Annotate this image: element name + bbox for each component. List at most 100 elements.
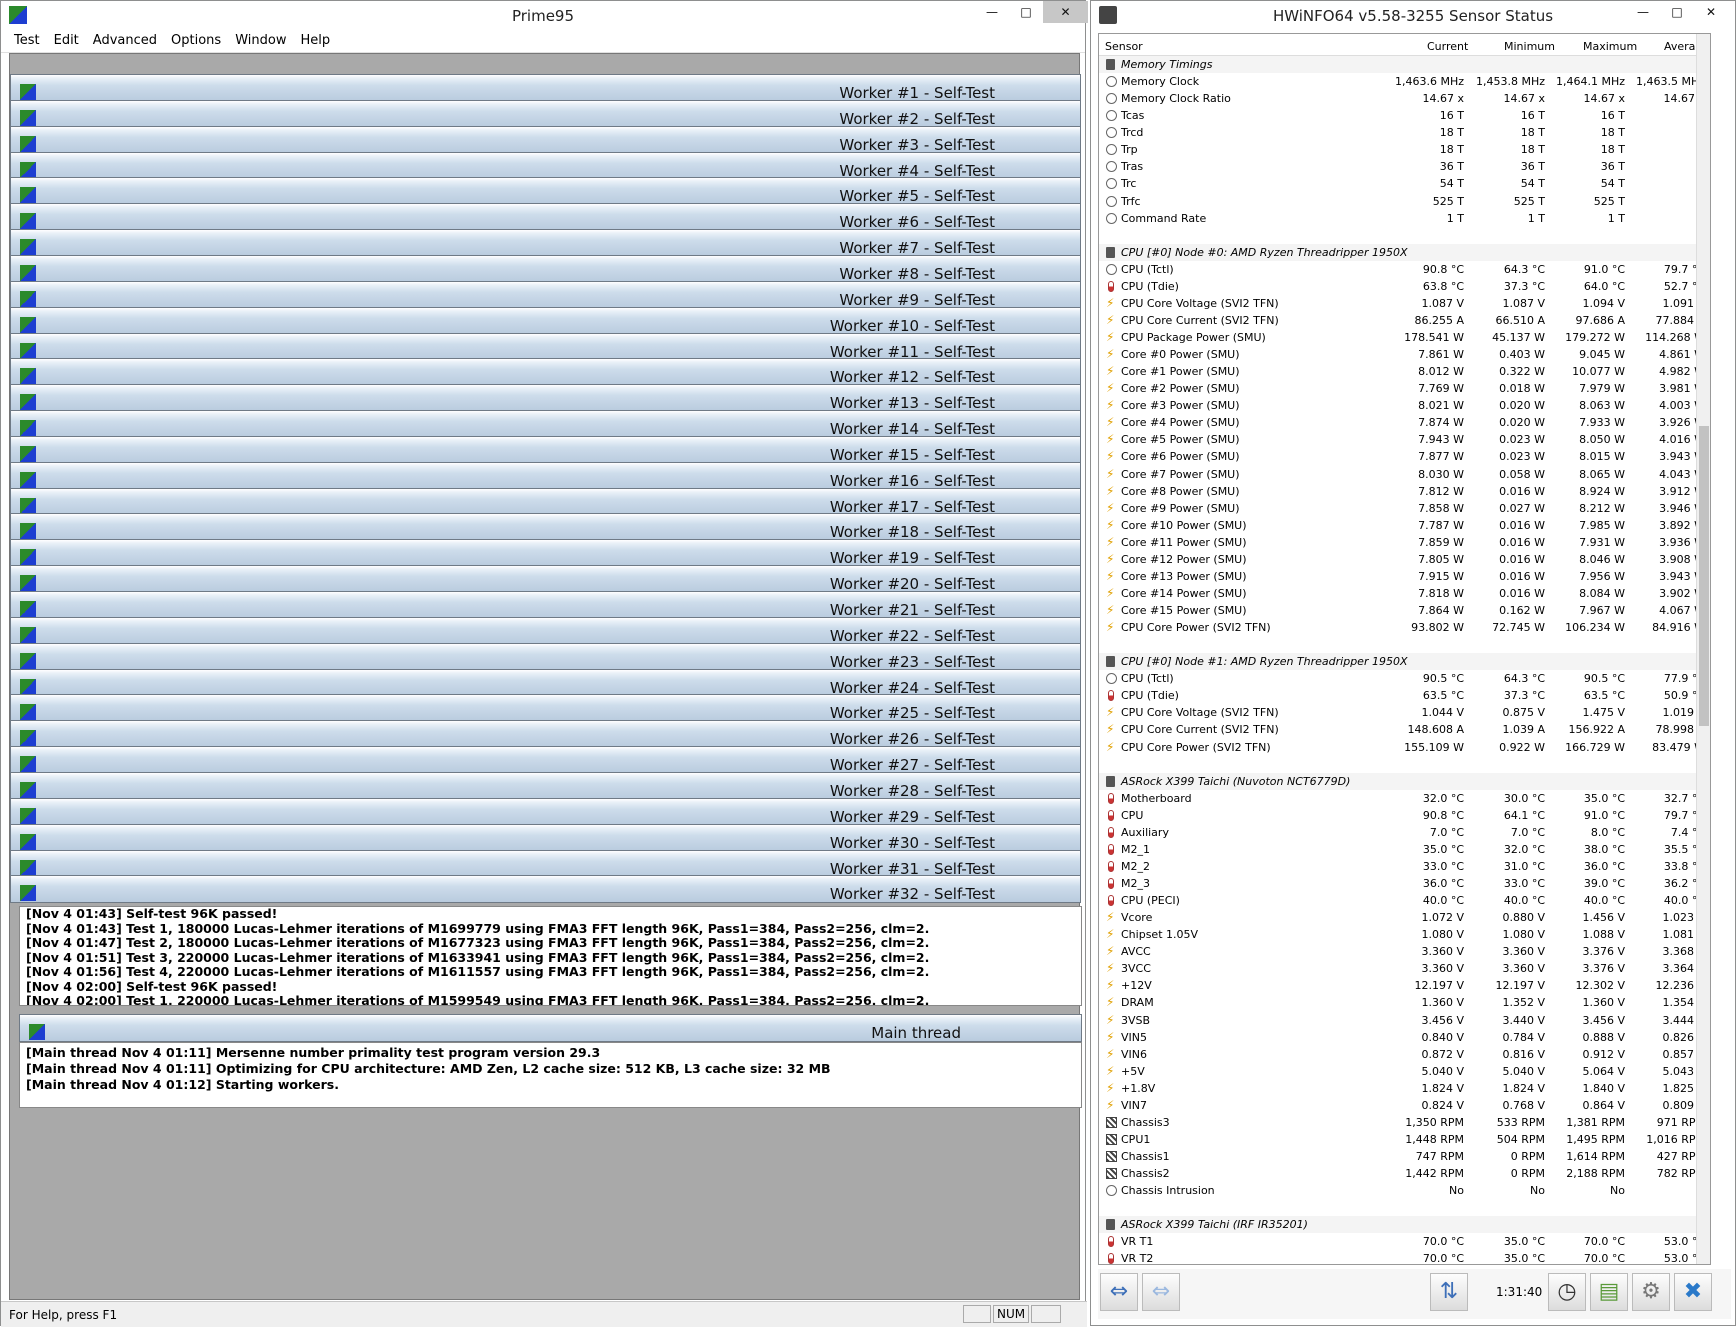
sensor-row[interactable]: ⚡ Core #10 Power (SMU) 7.787 W 0.016 W 7.985… xyxy=(1099,517,1710,534)
worker-32-log[interactable]: [Nov 4 01:43] Self-test 96K passed! [Nov… xyxy=(19,906,1082,1006)
sensor-row[interactable]: ⚡ +5V 5.040 V 5.040 V 5.064 V 5.043 V xyxy=(1099,1063,1710,1080)
sensor-row[interactable]: ⚡ Vcore 1.072 V 0.880 V 1.456 V 1.023 V xyxy=(1099,909,1710,926)
sensor-row[interactable]: ⚡ Core #15 Power (SMU) 7.864 W 0.162 W 7.967… xyxy=(1099,602,1710,619)
sensor-row[interactable]: ⚡ Core #8 Power (SMU) 7.812 W 0.016 W 8.924 … xyxy=(1099,483,1710,500)
worker-window-26[interactable]: Worker #26 - Self-Test xyxy=(10,720,1081,749)
sensor-group[interactable]: ASRock X399 Taichi (Nuvoton NCT6779D) xyxy=(1099,772,1710,790)
sensor-row[interactable]: ⚡ Core #9 Power (SMU) 7.858 W 0.027 W 8.212 … xyxy=(1099,500,1710,517)
worker-window-24[interactable]: Worker #24 - Self-Test xyxy=(10,668,1081,697)
col-sensor[interactable]: Sensor xyxy=(1105,40,1143,53)
settings-gear-icon[interactable]: ⚙ xyxy=(1632,1273,1670,1311)
worker-window-29[interactable]: Worker #29 - Self-Test xyxy=(10,797,1081,826)
sensor-scrollbar[interactable] xyxy=(1696,34,1710,1264)
sensor-row[interactable]: ⚡ CPU Core Current (SVI2 TFN) 148.608 A 1.0… xyxy=(1099,721,1710,738)
sensor-group[interactable]: CPU [#0] Node #0: AMD Ryzen Threadripper… xyxy=(1099,243,1710,261)
sensor-row[interactable]: CPU 90.8 °C 64.1 °C 91.0 °C 79.7 °C xyxy=(1099,807,1710,824)
worker-window-13[interactable]: Worker #13 - Self-Test xyxy=(10,384,1081,413)
expand-arrows-icon[interactable]: ⇔ xyxy=(1100,1273,1138,1311)
worker-window-7[interactable]: Worker #7 - Self-Test xyxy=(10,229,1081,258)
sensor-row[interactable]: ⚡ CPU Core Current (SVI2 TFN) 86.255 A 66.5… xyxy=(1099,312,1710,329)
sensor-row[interactable]: ⚡ Core #1 Power (SMU) 8.012 W 0.322 W 10.077… xyxy=(1099,363,1710,380)
hwinfo-minimize-button[interactable]: — xyxy=(1626,1,1660,23)
sensor-row[interactable]: Motherboard 32.0 °C 30.0 °C 35.0 °C 32.7 °C xyxy=(1099,790,1710,807)
worker-window-8[interactable]: Worker #8 - Self-Test xyxy=(10,254,1081,283)
worker-window-1[interactable]: Worker #1 - Self-Test xyxy=(10,74,1081,102)
col-minimum[interactable]: Minimum xyxy=(1504,40,1555,53)
col-current[interactable]: Current xyxy=(1427,40,1468,53)
sensor-row[interactable]: ⚡ 3VSB 3.456 V 3.440 V 3.456 V 3.444 V xyxy=(1099,1012,1710,1029)
sensor-row[interactable]: CPU (Tctl) 90.8 °C 64.3 °C 91.0 °C 79.7 °C xyxy=(1099,261,1710,278)
worker-window-18[interactable]: Worker #18 - Self-Test xyxy=(10,513,1081,542)
sensor-row[interactable]: ⚡ Core #5 Power (SMU) 7.943 W 0.023 W 8.050 … xyxy=(1099,431,1710,448)
sensor-row[interactable]: ⚡ Core #11 Power (SMU) 7.859 W 0.016 W 7.931… xyxy=(1099,534,1710,551)
worker-window-11[interactable]: Worker #11 - Self-Test xyxy=(10,332,1081,361)
sensor-row[interactable]: Command Rate 1 T 1 T 1 T xyxy=(1099,210,1710,227)
sensor-row[interactable]: ⚡ CPU Core Power (SVI2 TFN) 93.802 W 72.745… xyxy=(1099,619,1710,636)
sensor-row[interactable]: ⚡ VIN6 0.872 V 0.816 V 0.912 V 0.857 V xyxy=(1099,1046,1710,1063)
sensor-row[interactable]: ⚡ Chipset 1.05V 1.080 V 1.080 V 1.088 V 1.081… xyxy=(1099,926,1710,943)
clock-icon[interactable]: ◷ xyxy=(1548,1273,1586,1311)
sensor-group[interactable]: CPU [#0] Node #1: AMD Ryzen Threadripper… xyxy=(1099,653,1710,671)
sensor-row[interactable]: ⚡ AVCC 3.360 V 3.360 V 3.376 V 3.368 V xyxy=(1099,943,1710,960)
sensor-row[interactable]: VR T2 70.0 °C 35.0 °C 70.0 °C 53.0 °C xyxy=(1099,1250,1710,1264)
sensor-row[interactable]: CPU1 1,448 RPM 504 RPM 1,495 RPM 1,016 RPM xyxy=(1099,1131,1710,1148)
sensor-row[interactable]: VR T1 70.0 °C 35.0 °C 70.0 °C 53.0 °C xyxy=(1099,1233,1710,1250)
sensor-row[interactable]: ⚡ CPU Core Power (SVI2 TFN) 155.109 W 0.922… xyxy=(1099,739,1710,756)
sensor-row[interactable]: CPU (Tdie) 63.5 °C 37.3 °C 63.5 °C 50.9 °C xyxy=(1099,687,1710,704)
worker-window-21[interactable]: Worker #21 - Self-Test xyxy=(10,591,1081,619)
collapse-arrows-icon[interactable]: ⇔ xyxy=(1142,1273,1180,1311)
worker-window-22[interactable]: Worker #22 - Self-Test xyxy=(10,616,1081,645)
sensor-row[interactable]: Trp 18 T 18 T 18 T xyxy=(1099,141,1710,158)
close-button[interactable]: ✕ xyxy=(1043,1,1088,23)
worker-window-31[interactable]: Worker #31 - Self-Test xyxy=(10,849,1081,878)
worker-window-30[interactable]: Worker #30 - Self-Test xyxy=(10,823,1081,852)
sensor-group[interactable]: ASRock X399 Taichi (IRF IR35201) xyxy=(1099,1216,1710,1234)
menu-edit[interactable]: Edit xyxy=(54,33,79,48)
sensor-row[interactable]: ⚡ Core #12 Power (SMU) 7.805 W 0.016 W 8.046… xyxy=(1099,551,1710,568)
sensor-row[interactable]: Tras 36 T 36 T 36 T xyxy=(1099,158,1710,175)
minimize-button[interactable]: — xyxy=(975,1,1009,23)
worker-window-6[interactable]: Worker #6 - Self-Test xyxy=(10,203,1081,232)
sensor-row[interactable]: ⚡ Core #0 Power (SMU) 7.861 W 0.403 W 9.045 … xyxy=(1099,346,1710,363)
worker-window-27[interactable]: Worker #27 - Self-Test xyxy=(10,746,1081,775)
worker-window-19[interactable]: Worker #19 - Self-Test xyxy=(10,539,1081,568)
sensor-row[interactable]: ⚡ Core #6 Power (SMU) 7.877 W 0.023 W 8.015 … xyxy=(1099,448,1710,465)
worker-window-16[interactable]: Worker #16 - Self-Test xyxy=(10,461,1081,490)
sensor-row[interactable]: Chassis3 1,350 RPM 533 RPM 1,381 RPM 971 RPM xyxy=(1099,1114,1710,1131)
sensor-row[interactable]: ⚡ VIN7 0.824 V 0.768 V 0.864 V 0.809 V xyxy=(1099,1097,1710,1114)
worker-window-28[interactable]: Worker #28 - Self-Test xyxy=(10,771,1081,800)
worker-window-17[interactable]: Worker #17 - Self-Test xyxy=(10,487,1081,516)
col-maximum[interactable]: Maximum xyxy=(1583,40,1637,53)
menu-test[interactable]: Test xyxy=(14,33,40,48)
sensor-row[interactable]: ⚡ Core #4 Power (SMU) 7.874 W 0.020 W 7.933 … xyxy=(1099,414,1710,431)
sensor-row[interactable]: ⚡ Core #2 Power (SMU) 7.769 W 0.018 W 7.979 … xyxy=(1099,380,1710,397)
worker-window-3[interactable]: Worker #3 - Self-Test xyxy=(10,125,1081,154)
prime95-titlebar[interactable]: Prime95 — □ ✕ xyxy=(1,1,1088,29)
menu-help[interactable]: Help xyxy=(300,33,330,48)
sensor-row[interactable]: M2_1 35.0 °C 32.0 °C 38.0 °C 35.5 °C xyxy=(1099,841,1710,858)
sensor-row[interactable]: ⚡ Core #3 Power (SMU) 8.021 W 0.020 W 8.063 … xyxy=(1099,397,1710,414)
worker-window-23[interactable]: Worker #23 - Self-Test xyxy=(10,642,1081,671)
worker-window-12[interactable]: Worker #12 - Self-Test xyxy=(10,358,1081,387)
worker-window-10[interactable]: Worker #10 - Self-Test xyxy=(10,306,1081,335)
sensor-row[interactable]: Auxiliary 7.0 °C 7.0 °C 8.0 °C 7.4 °C xyxy=(1099,824,1710,841)
sensor-row[interactable]: Chassis Intrusion No No No xyxy=(1099,1182,1710,1199)
worker-window-15[interactable]: Worker #15 - Self-Test xyxy=(10,435,1081,464)
sensor-row[interactable]: CPU (Tctl) 90.5 °C 64.3 °C 90.5 °C 77.9 °C xyxy=(1099,670,1710,687)
worker-window-14[interactable]: Worker #14 - Self-Test xyxy=(10,410,1081,439)
sensor-row[interactable]: Chassis1 747 RPM 0 RPM 1,614 RPM 427 RPM xyxy=(1099,1148,1710,1165)
close-x-icon[interactable]: ✖ xyxy=(1674,1273,1712,1311)
menu-window[interactable]: Window xyxy=(235,33,286,48)
main-thread-window[interactable]: Main thread xyxy=(19,1014,1082,1042)
sensor-row[interactable]: CPU (PECI) 40.0 °C 40.0 °C 40.0 °C 40.0 °C xyxy=(1099,892,1710,909)
worker-window-32[interactable]: Worker #32 - Self-Test xyxy=(10,875,1081,904)
sensor-row[interactable]: Trc 54 T 54 T 54 T xyxy=(1099,175,1710,192)
network-icon[interactable]: ⇅ xyxy=(1430,1273,1468,1311)
report-icon[interactable]: ▤ xyxy=(1590,1273,1628,1311)
sensor-row[interactable]: Chassis2 1,442 RPM 0 RPM 2,188 RPM 782 RPM xyxy=(1099,1165,1710,1182)
sensor-row[interactable]: ⚡ +1.8V 1.824 V 1.824 V 1.840 V 1.825 V xyxy=(1099,1080,1710,1097)
menu-options[interactable]: Options xyxy=(171,33,221,48)
main-thread-log[interactable]: [Main thread Nov 4 01:11] Mersenne numbe… xyxy=(19,1042,1082,1108)
worker-window-20[interactable]: Worker #20 - Self-Test xyxy=(10,565,1081,594)
sensor-row[interactable]: Memory Clock 1,463.6 MHz 1,453.8 MHz 1,464.… xyxy=(1099,73,1710,90)
